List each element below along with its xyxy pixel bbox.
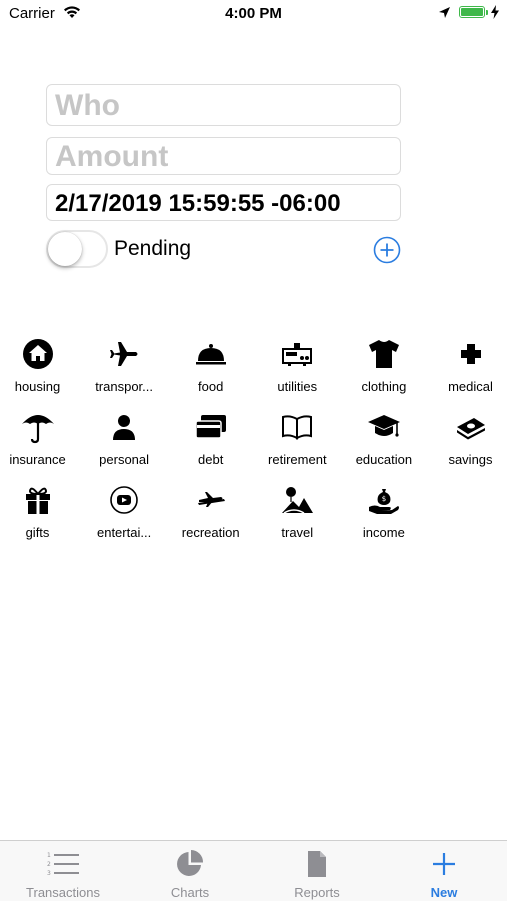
tab-charts[interactable]: Charts: [127, 841, 253, 901]
category-travel[interactable]: travel: [254, 483, 341, 543]
status-bar: Carrier 4:00 PM: [0, 0, 507, 28]
money-stack-icon: [427, 410, 507, 444]
book-icon: [254, 410, 341, 444]
pending-toggle[interactable]: [46, 230, 108, 268]
category-debt[interactable]: debt: [167, 410, 254, 470]
house-icon: [0, 337, 81, 371]
category-housing[interactable]: housing: [0, 337, 81, 397]
meter-icon: [254, 337, 341, 371]
svg-text:2: 2: [47, 861, 51, 868]
gift-icon: [0, 483, 81, 517]
tab-label: Charts: [170, 885, 210, 900]
category-recreation[interactable]: recreation: [167, 483, 254, 543]
graduation-cap-icon: [340, 410, 427, 444]
category-label: housing: [14, 379, 61, 394]
credit-cards-icon: [167, 410, 254, 444]
category-utilities[interactable]: utilities: [254, 337, 341, 397]
category-label: savings: [448, 452, 493, 467]
pending-label: Pending: [114, 237, 192, 260]
category-retirement[interactable]: retirement: [254, 410, 341, 470]
category-label: entertai...: [96, 525, 152, 540]
category-food[interactable]: food: [167, 337, 254, 397]
tab-transactions[interactable]: 1 2 3 Transactions: [0, 841, 126, 901]
category-label: personal: [99, 452, 150, 467]
category-label: clothing: [361, 379, 407, 394]
cloche-icon: [167, 337, 254, 371]
landscape-icon: [254, 483, 341, 517]
category-label: medical: [448, 379, 493, 394]
category-income[interactable]: $ income: [340, 483, 427, 543]
airplane-icon: [81, 337, 168, 371]
location-arrow-icon: [438, 6, 451, 23]
category-label: income: [362, 525, 405, 540]
category-transpor[interactable]: transpor...: [81, 337, 168, 397]
tab-label: New: [430, 885, 458, 900]
plus-icon: [381, 848, 507, 880]
tab-label: Reports: [294, 885, 340, 900]
person-icon: [81, 410, 168, 444]
svg-text:3: 3: [47, 870, 51, 877]
tab-new[interactable]: New: [381, 841, 507, 901]
category-label: travel: [281, 525, 314, 540]
category-savings[interactable]: savings: [427, 410, 507, 470]
plane-ticket-icon: [167, 483, 254, 517]
document-icon: [254, 848, 380, 880]
tab-reports[interactable]: Reports: [254, 841, 380, 901]
category-label: transpor...: [95, 379, 153, 394]
money-bag-hand-icon: $: [340, 483, 427, 517]
category-label: utilities: [277, 379, 318, 394]
category-insurance[interactable]: insurance: [0, 410, 81, 470]
who-input[interactable]: Who: [46, 84, 401, 126]
play-button-icon: [81, 483, 168, 517]
list-icon: 1 2 3: [0, 848, 126, 880]
tab-label: Transactions: [26, 885, 100, 900]
category-gifts[interactable]: gifts: [0, 483, 81, 543]
category-label: education: [355, 452, 413, 467]
svg-text:$: $: [382, 495, 386, 503]
category-label: retirement: [268, 452, 327, 467]
category-label: debt: [198, 452, 224, 467]
clock: 4:00 PM: [225, 5, 282, 22]
category-label: gifts: [25, 525, 50, 540]
battery-icon: [459, 6, 485, 18]
date-field[interactable]: 2/17/2019 15:59:55 -06:00: [46, 184, 401, 221]
category-label: insurance: [9, 452, 66, 467]
amount-input[interactable]: Amount: [46, 137, 401, 175]
tab-bar: 1 2 3 Transactions Charts Reports New: [0, 840, 507, 901]
category-clothing[interactable]: clothing: [340, 337, 427, 397]
category-label: recreation: [181, 525, 240, 540]
category-education[interactable]: education: [340, 410, 427, 470]
toggle-knob: [48, 232, 82, 266]
category-entertai[interactable]: entertai...: [81, 483, 168, 543]
add-button[interactable]: [373, 236, 401, 264]
plus-circle-icon: [373, 236, 401, 264]
category-personal[interactable]: personal: [81, 410, 168, 470]
category-medical[interactable]: medical: [427, 337, 507, 397]
charging-bolt-icon: [491, 5, 499, 23]
category-label: food: [198, 379, 224, 394]
pie-chart-icon: [127, 848, 253, 880]
umbrella-icon: [0, 410, 81, 444]
svg-text:1: 1: [47, 852, 51, 859]
shirt-icon: [340, 337, 427, 371]
battery-cap: [486, 10, 488, 15]
medical-cross-icon: [427, 337, 507, 371]
